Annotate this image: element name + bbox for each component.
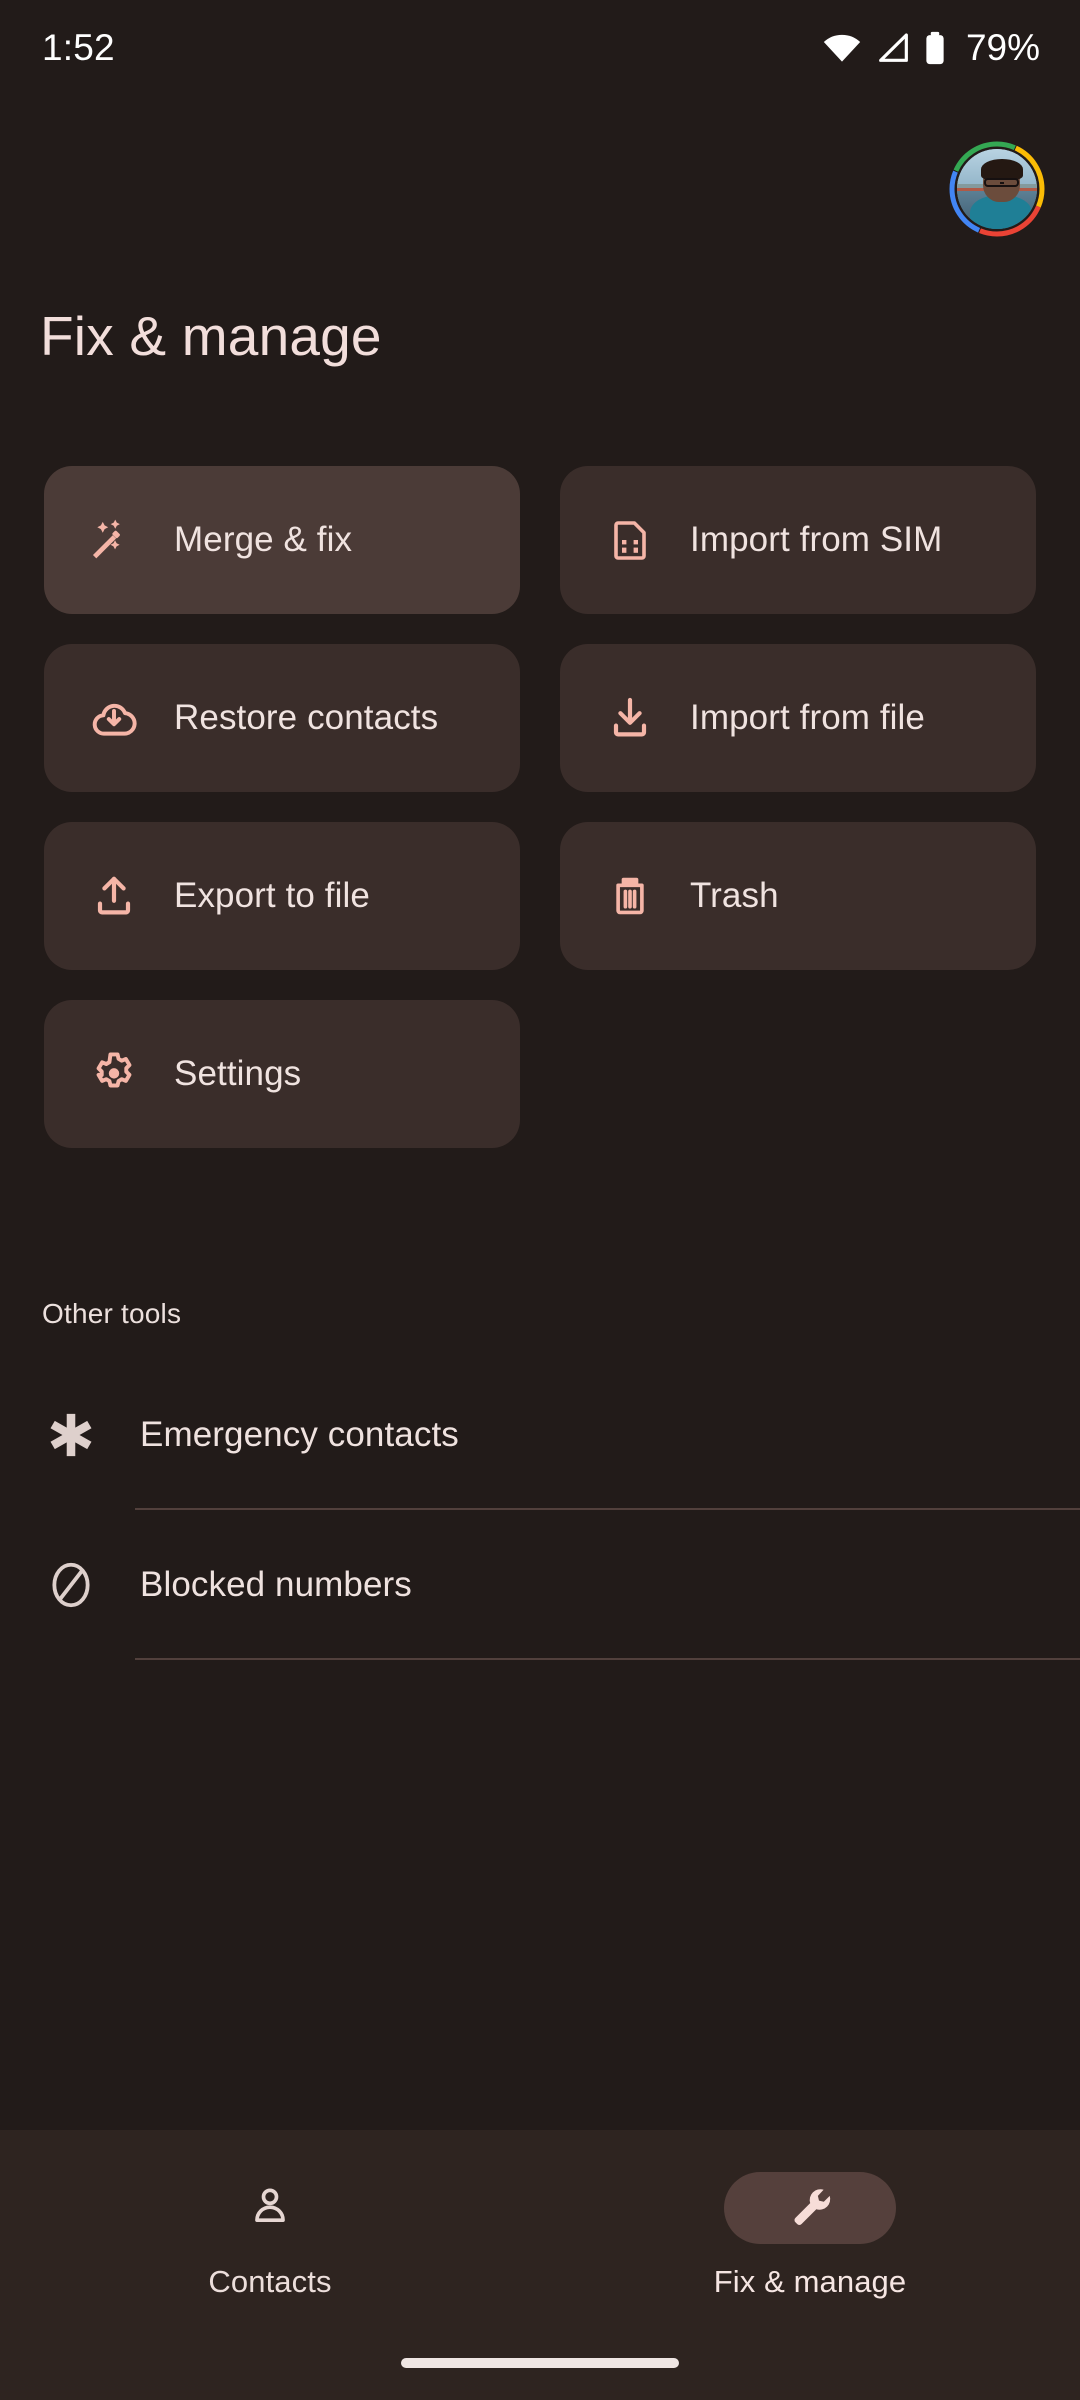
card-merge-and-fix[interactable]: Merge & fix [44, 466, 520, 614]
bottom-navigation-bar: Contacts Fix & manage [0, 2130, 1080, 2400]
card-label: Trash [690, 876, 779, 915]
nav-item-fix-and-manage[interactable]: Fix & manage [540, 2130, 1080, 2338]
card-label: Import from file [690, 698, 925, 737]
card-settings[interactable]: Settings [44, 1000, 520, 1148]
nav-label: Contacts [208, 2264, 332, 2299]
person-icon [247, 2183, 293, 2234]
file-upload-icon [88, 870, 140, 922]
gesture-home-bar[interactable] [401, 2358, 679, 2368]
cellular-signal-icon [876, 33, 910, 63]
wrench-icon [787, 2183, 833, 2234]
account-avatar-button[interactable] [947, 139, 1047, 239]
page-title: Fix & manage [40, 305, 382, 367]
battery-icon [924, 31, 946, 65]
block-circle-icon [42, 1556, 100, 1614]
card-label: Settings [174, 1054, 302, 1093]
status-bar: 1:52 79% [0, 0, 1080, 96]
card-label: Export to file [174, 876, 370, 915]
wifi-icon [822, 33, 862, 63]
card-label: Import from SIM [690, 520, 943, 559]
card-export-to-file[interactable]: Export to file [44, 822, 520, 970]
other-tools-list: Emergency contacts Blocked numbers [0, 1360, 1080, 1660]
status-bar-icons: 79% [822, 27, 1040, 69]
avatar-photo [957, 149, 1037, 229]
magic-wand-icon [88, 514, 140, 566]
card-label: Merge & fix [174, 520, 353, 559]
other-tools-heading: Other tools [42, 1298, 182, 1329]
card-trash[interactable]: Trash [560, 822, 1036, 970]
nav-pill-fix-and-manage [724, 2172, 896, 2244]
list-item-label: Blocked numbers [140, 1565, 412, 1604]
nav-item-contacts[interactable]: Contacts [0, 2130, 540, 2338]
list-item-label: Emergency contacts [140, 1415, 459, 1454]
list-item-blocked-numbers[interactable]: Blocked numbers [0, 1510, 1080, 1660]
card-label: Restore contacts [174, 698, 439, 737]
phone-screen: 1:52 79% Fix & manage Merge & fix Import… [0, 0, 1080, 2400]
card-import-from-sim[interactable]: Import from SIM [560, 466, 1036, 614]
card-restore-contacts[interactable]: Restore contacts [44, 644, 520, 792]
fix-and-manage-grid: Merge & fix Import from SIM Restore cont… [44, 466, 1036, 1148]
cloud-download-icon [88, 692, 140, 744]
battery-percentage: 79% [965, 27, 1040, 68]
star-of-life-icon [42, 1406, 100, 1464]
card-import-from-file[interactable]: Import from file [560, 644, 1036, 792]
sim-card-icon [604, 514, 656, 566]
gear-icon [88, 1048, 140, 1100]
trash-icon [604, 870, 656, 922]
list-item-emergency-contacts[interactable]: Emergency contacts [0, 1360, 1080, 1510]
status-bar-clock: 1:52 [42, 27, 115, 68]
nav-pill-contacts [184, 2172, 356, 2244]
nav-label: Fix & manage [713, 2264, 907, 2299]
file-download-icon [604, 692, 656, 744]
